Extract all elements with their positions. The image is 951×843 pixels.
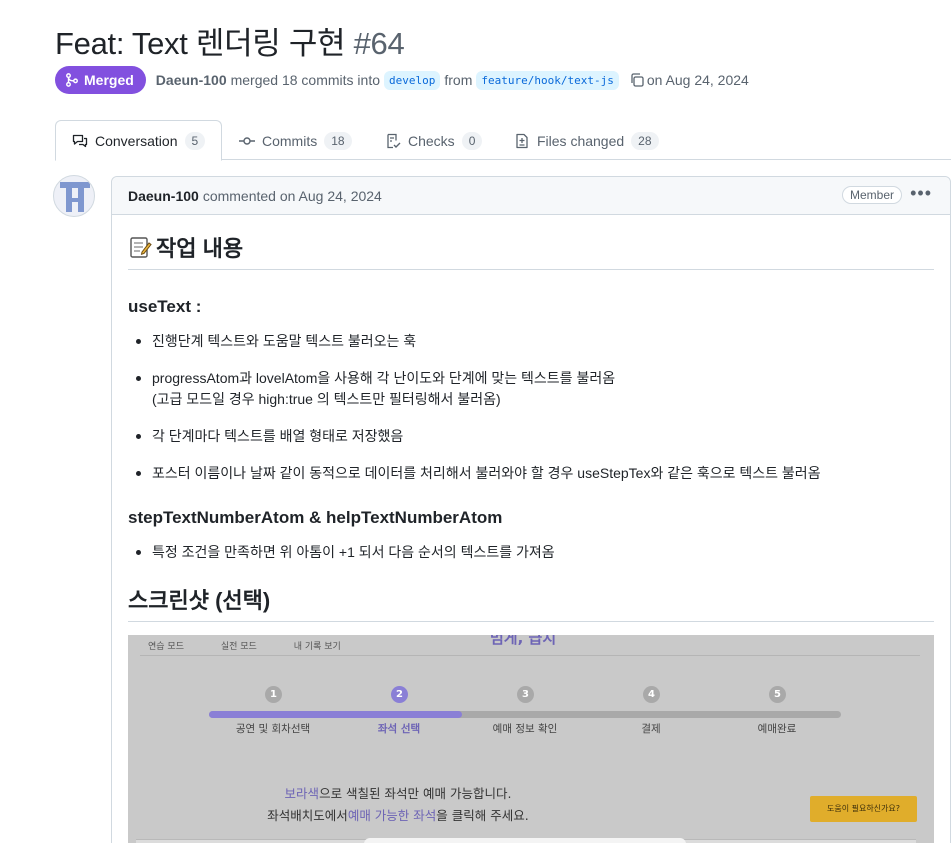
copy-icon[interactable] — [629, 72, 645, 88]
list-item: 각 단계마다 텍스트를 배열 형태로 저장했음 — [128, 426, 934, 447]
conversation-icon — [72, 134, 88, 147]
tab-files-changed[interactable]: Files changed 28 — [498, 120, 675, 161]
merged-text: merged 18 commits into — [230, 72, 381, 88]
instruction-suffix: 을 클릭해 주세요. — [436, 808, 529, 823]
from-text: from — [444, 72, 473, 88]
memo-icon — [130, 237, 152, 258]
commit-icon — [239, 136, 255, 145]
base-branch[interactable]: develop — [384, 70, 441, 90]
instruction-rest-1: 으로 색칠된 좌석만 예매 가능합니다. — [319, 786, 512, 801]
tab-checks[interactable]: Checks 0 — [369, 120, 498, 161]
heading-work: 작업 내용 — [128, 231, 934, 270]
tab-conversation-label: Conversation — [95, 132, 178, 149]
tab-commits-label: Commits — [262, 132, 318, 149]
pr-author-link[interactable]: Daeun-100 — [156, 72, 227, 88]
instruction-purple: 보라색 — [284, 786, 320, 801]
step-label: 좌석 선택 — [377, 723, 421, 735]
pr-number: #64 — [353, 26, 405, 61]
use-text-title: useText : — [128, 297, 202, 316]
avatar[interactable] — [53, 175, 95, 217]
atoms-list: 특정 조건을 만족하면 위 아톰이 +1 되서 다음 순서의 텍스트를 가져옴 — [128, 542, 934, 563]
file-diff-icon — [516, 133, 528, 148]
checklist-icon — [387, 133, 401, 148]
list-item: 포스터 이름이나 날짜 같이 동적으로 데이터를 처리해서 불러와야 할 경우 … — [128, 463, 934, 484]
step-label: 공연 및 회차선택 — [235, 723, 311, 735]
instruction-highlight: 예매 가능한 좌석 — [347, 808, 437, 823]
screenshot-bottom-card — [364, 838, 686, 843]
screenshot-instruction-2: 좌석배치도에서예매 가능한 좌석을 클릭해 주세요. — [128, 805, 668, 824]
pr-title-text: Feat: Text 렌더링 구현 — [55, 26, 346, 61]
tab-commits[interactable]: Commits 18 — [223, 120, 368, 161]
member-badge: Member — [841, 186, 902, 204]
step-label: 예매완료 — [757, 723, 797, 735]
tab-checks-count: 0 — [461, 131, 483, 150]
comment-author-link[interactable]: Daeun-100 — [128, 188, 199, 204]
instruction-prefix: 좌석배치도에서 — [267, 808, 348, 823]
heading-work-text: 작업 내용 — [156, 236, 244, 261]
more-options-icon[interactable]: ••• — [910, 183, 932, 204]
step-progress-fill — [209, 711, 462, 718]
tab-conversation[interactable]: Conversation 5 — [55, 120, 223, 161]
atoms-title: stepTextNumberAtom & helpTextNumberAtom — [128, 508, 503, 527]
step-label: 결제 — [641, 723, 661, 735]
list-item: 진행단계 텍스트와 도움말 텍스트 불러오는 훅 — [128, 331, 934, 352]
screenshot-modes: 연습 모드 실전 모드 내 기록 보기 — [148, 639, 341, 652]
merged-label: Merged — [84, 72, 134, 88]
mode-real: 실전 모드 — [220, 642, 257, 652]
tab-checks-label: Checks — [408, 132, 455, 149]
merged-badge: Merged — [55, 66, 146, 94]
comment-body: 작업 내용 useText : 진행단계 텍스트와 도움말 텍스트 불러오는 훅… — [128, 215, 934, 622]
heading-screenshot: 스크린샷 (선택) — [128, 583, 934, 622]
merge-icon — [66, 73, 78, 87]
mode-record: 내 기록 보기 — [293, 642, 341, 652]
step-label: 예매 정보 확인 — [492, 723, 558, 735]
screenshot-image[interactable]: 멈게, 급지 연습 모드 실전 모드 내 기록 보기 1 공연 및 회차선택 2 좌석… — [128, 635, 934, 843]
step-circle: 4 — [643, 686, 660, 703]
screenshot-instruction-1: 보라색으로 색칠된 좌석만 예매 가능합니다. — [128, 783, 668, 802]
mode-practice: 연습 모드 — [148, 642, 184, 652]
list-item: progressAtom과 lovelAtom을 사용해 각 난이도와 단계에 … — [128, 368, 934, 410]
pr-title: Feat: Text 렌더링 구현 #64 — [55, 18, 405, 63]
list-item-line: progressAtom과 lovelAtom을 사용해 각 난이도와 단계에 … — [152, 370, 616, 386]
tab-conversation-count: 5 — [184, 131, 206, 150]
step-circle: 5 — [769, 686, 786, 703]
tab-commits-count: 18 — [324, 131, 352, 150]
merge-date: on Aug 24, 2024 — [646, 72, 749, 88]
pr-tabs: Conversation 5 Commits 18 Checks 0 Files… — [55, 120, 951, 161]
screenshot-top-title: 멈게, 급지 — [490, 635, 557, 647]
list-item-line: (고급 모드일 경우 high:true 의 텍스트만 필터링해서 불러옴) — [152, 391, 501, 407]
help-button[interactable]: 도움이 필요하신가요? — [810, 796, 917, 822]
step-circle: 3 — [517, 686, 534, 703]
comment-box: Daeun-100 commented on Aug 24, 2024 Memb… — [111, 176, 951, 843]
step-circle: 2 — [391, 686, 408, 703]
screenshot-divider — [140, 655, 920, 656]
tab-files-count: 28 — [631, 131, 659, 150]
step-circle: 1 — [265, 686, 282, 703]
head-branch[interactable]: feature/hook/text-js — [476, 70, 619, 90]
tab-files-label: Files changed — [537, 132, 625, 149]
comment-meta[interactable]: commented on Aug 24, 2024 — [203, 188, 382, 204]
comment-header: Daeun-100 commented on Aug 24, 2024 — [112, 177, 950, 215]
list-item: 특정 조건을 만족하면 위 아톰이 +1 되서 다음 순서의 텍스트를 가져옴 — [128, 542, 934, 563]
use-text-list: 진행단계 텍스트와 도움말 텍스트 불러오는 훅 progressAtom과 l… — [128, 331, 934, 484]
pr-meta: Merged Daeun-100 merged 18 commits into … — [55, 66, 749, 94]
